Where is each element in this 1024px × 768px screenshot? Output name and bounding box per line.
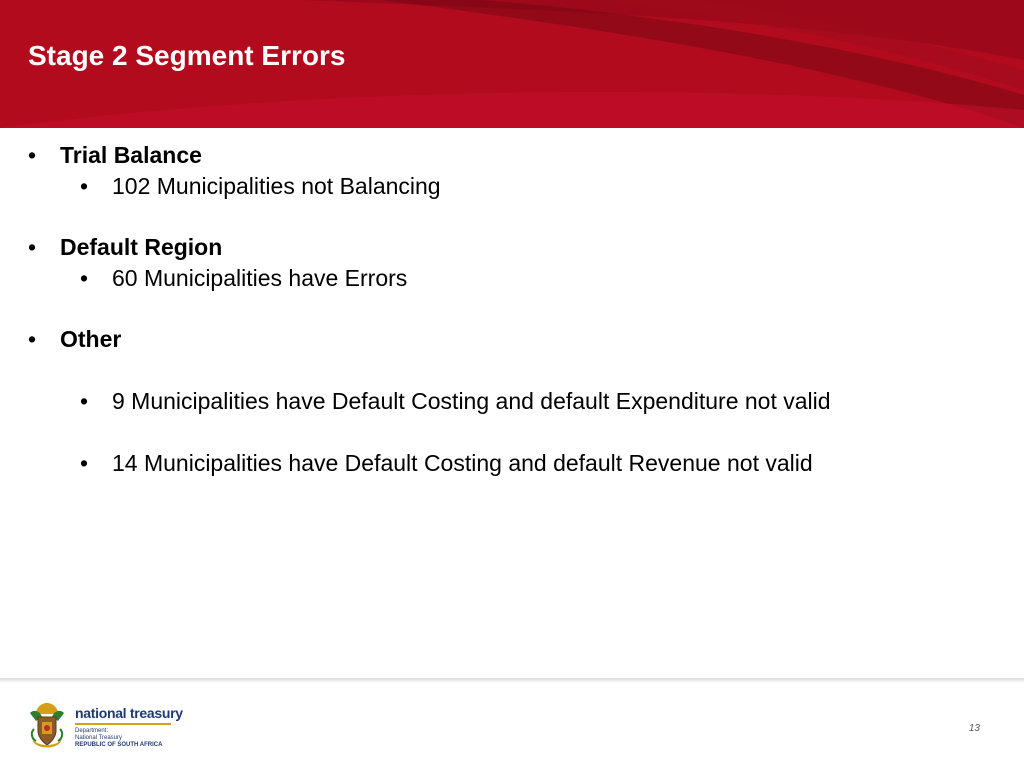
- coat-of-arms-icon: [30, 703, 64, 748]
- logo-divider: [75, 723, 171, 725]
- national-treasury-logo: national treasury Department: National T…: [26, 699, 183, 755]
- sub-bullet-text: 14 Municipalities have Default Costing a…: [112, 450, 813, 476]
- slide-header: Stage 2 Segment Errors: [0, 0, 1024, 128]
- bullet-glyph: •: [80, 450, 89, 476]
- logo-department-name: National Treasury: [75, 735, 123, 741]
- slide-footer: national treasury Department: National T…: [0, 683, 1024, 768]
- bullet-glyph: •: [80, 388, 89, 414]
- bullet-heading: Default Region: [60, 234, 223, 260]
- bullet-heading: Trial Balance: [60, 142, 202, 168]
- logo-country: REPUBLIC OF SOUTH AFRICA: [75, 742, 163, 748]
- bullet-glyph: •: [28, 142, 37, 168]
- logo-department-label: Department:: [75, 728, 109, 734]
- sub-bullet-text: 9 Municipalities have Default Costing an…: [112, 388, 831, 414]
- bullet-glyph: •: [80, 265, 89, 291]
- bullet-glyph: •: [28, 234, 37, 260]
- logo-name: national treasury: [75, 705, 183, 721]
- sub-bullet-text: 102 Municipalities not Balancing: [112, 173, 441, 199]
- bullet-glyph: •: [28, 326, 37, 352]
- slide-body: • Trial Balance • 102 Municipalities not…: [0, 128, 1024, 678]
- sub-bullet-text: 60 Municipalities have Errors: [112, 265, 408, 291]
- page-number: 13: [968, 723, 980, 734]
- bullet-glyph: •: [80, 173, 89, 199]
- slide-title: Stage 2 Segment Errors: [28, 40, 346, 71]
- bullet-heading: Other: [60, 326, 122, 352]
